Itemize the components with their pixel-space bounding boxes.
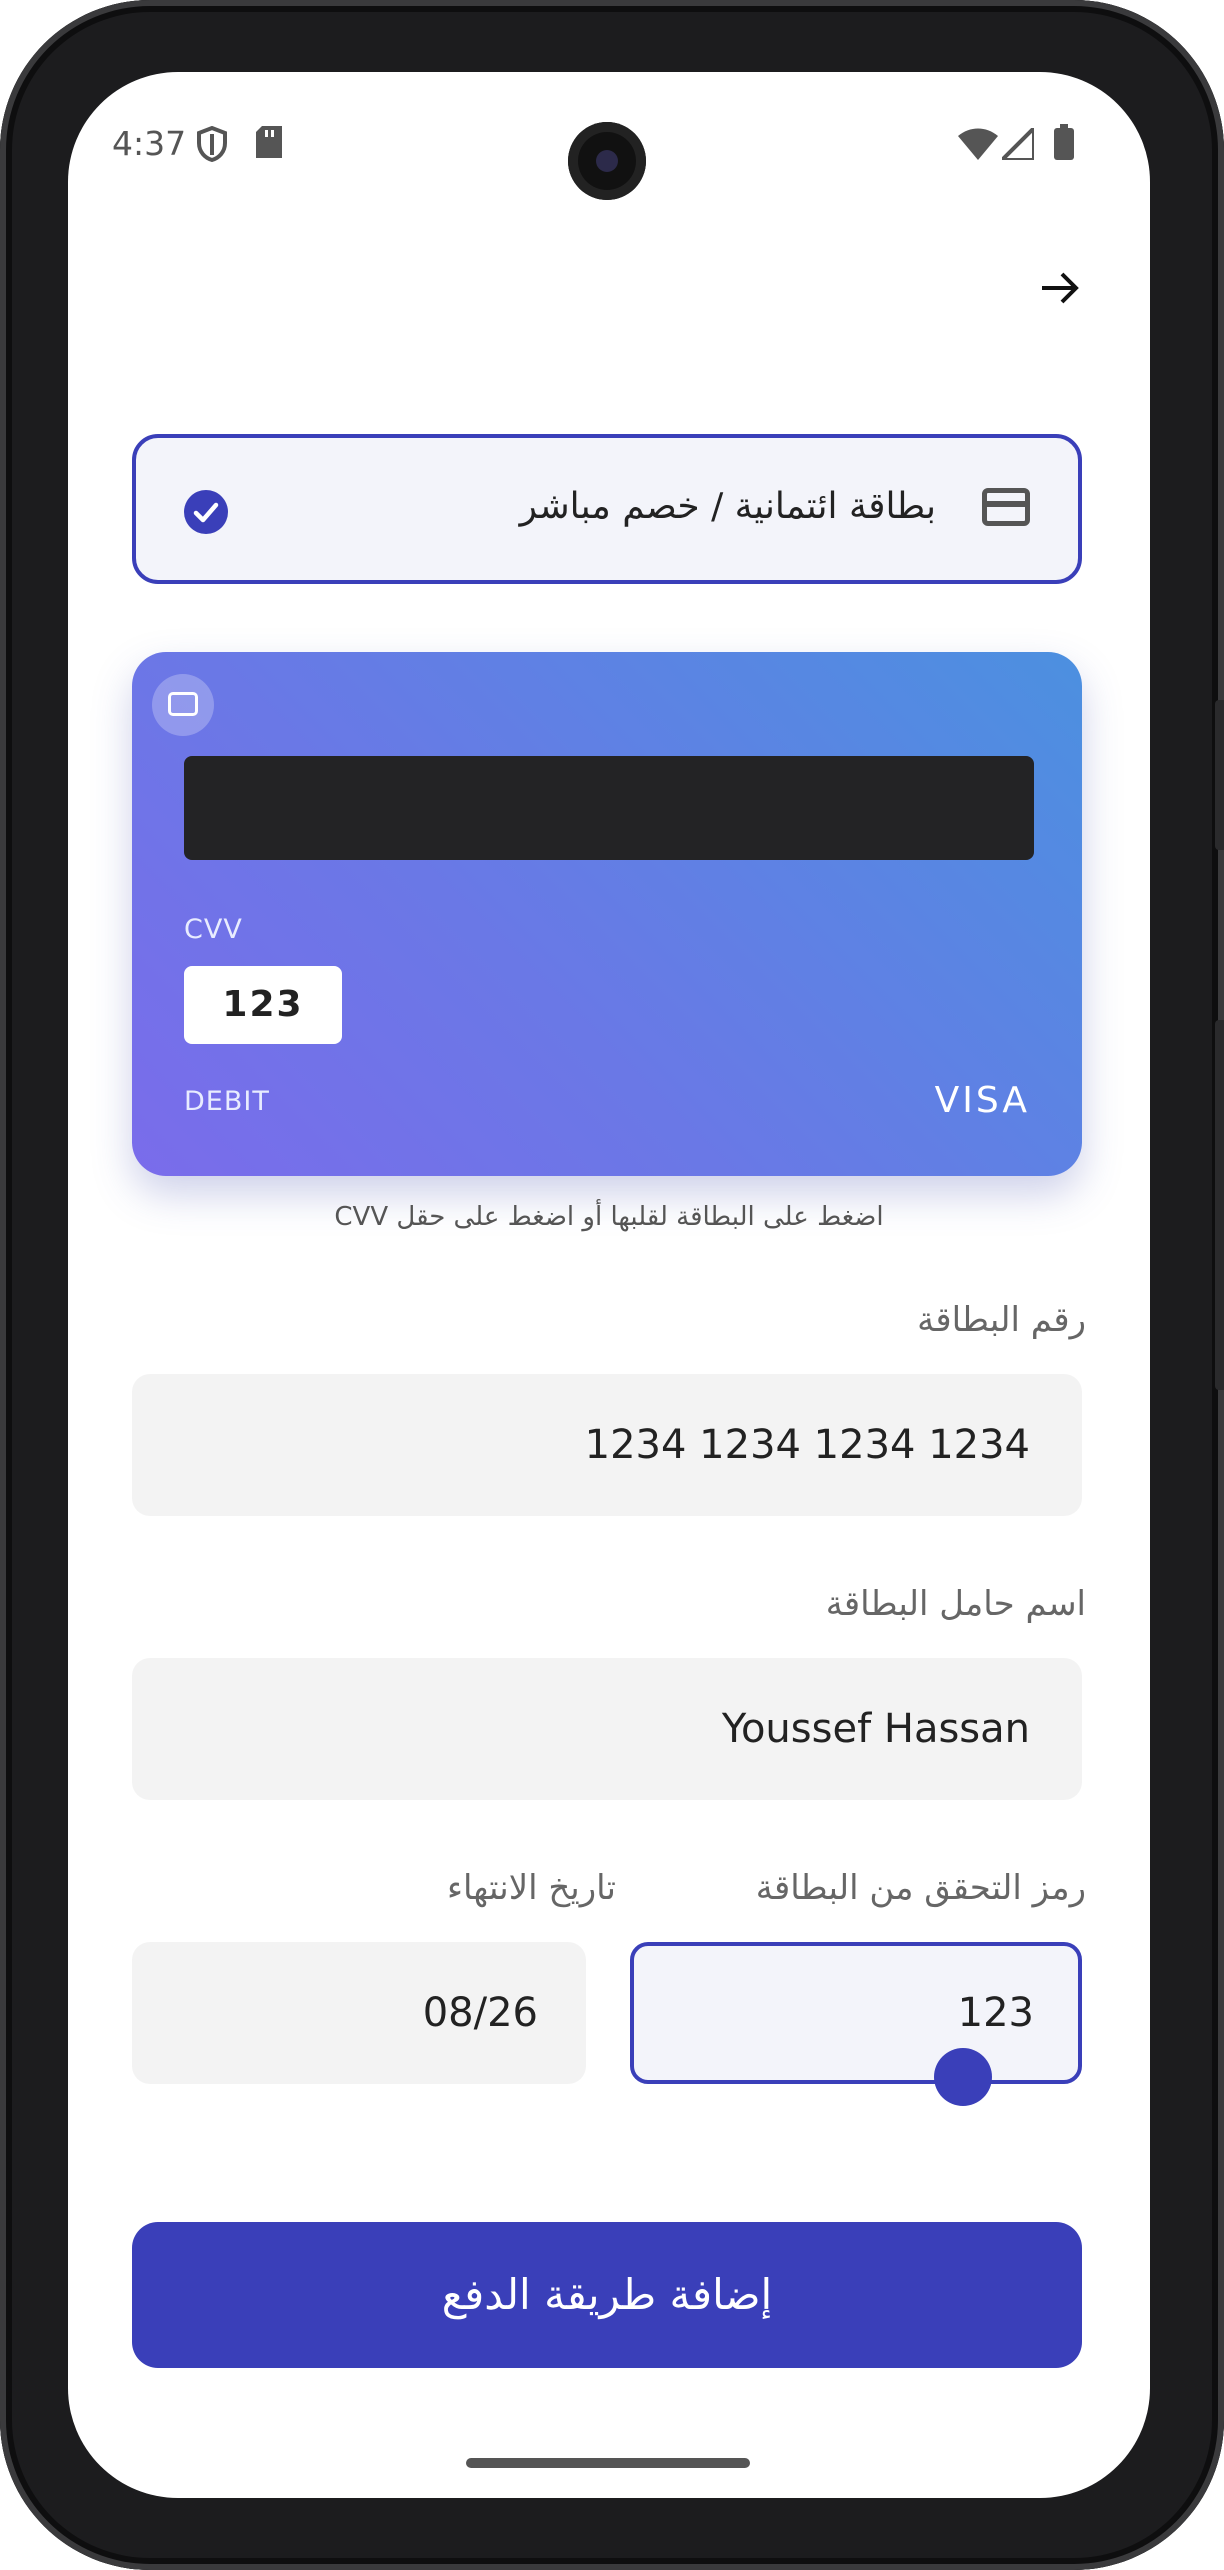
payment-option-card[interactable]: بطاقة ائتمانية / خصم مباشر [132, 434, 1082, 584]
expiry-value: 08/26 [422, 1990, 538, 2036]
cvv-label: رمز التحقق من البطاقة [755, 1868, 1086, 1908]
card-number-field[interactable]: 1234 1234 1234 1234 [132, 1374, 1082, 1516]
volume-button [1215, 700, 1224, 850]
card-preview[interactable]: CVV 123 DEBIT VISA [132, 652, 1082, 1176]
shield-icon [196, 125, 228, 166]
payment-option-label: بطاقة ائتمانية / خصم مباشر [519, 486, 936, 527]
card-type-label: DEBIT [184, 1086, 270, 1117]
card-number-value: 1234 1234 1234 1234 [584, 1422, 1030, 1468]
power-button [1215, 1020, 1224, 1390]
flip-hint: اضغط على البطاقة لقلبها أو اضغط على حقل … [334, 1202, 884, 1232]
card-cvv-value[interactable]: 123 [184, 966, 342, 1044]
magnetic-stripe [184, 756, 1034, 860]
checkmark-icon [184, 490, 228, 534]
text-cursor-handle[interactable] [934, 2048, 992, 2106]
cvv-field[interactable]: 123 [630, 1942, 1082, 2084]
expiry-field[interactable]: 08/26 [132, 1942, 586, 2084]
front-camera [568, 122, 646, 200]
arrow-right-icon[interactable] [1040, 268, 1080, 312]
wifi-icon [958, 128, 998, 164]
card-number-label: رقم البطاقة [917, 1300, 1086, 1340]
add-payment-method-button[interactable]: إضافة طريقة الدفع [132, 2222, 1082, 2368]
screen: 4:37 بطاقة ائتمانية / خصم مباشر CVV 123 … [68, 72, 1150, 2498]
battery-icon [1054, 124, 1074, 164]
card-cvv-label: CVV [184, 914, 243, 945]
credit-card-icon [982, 488, 1030, 526]
expiry-label: تاريخ الانتهاء [446, 1868, 616, 1908]
status-time: 4:37 [112, 124, 187, 163]
home-indicator[interactable] [466, 2458, 750, 2468]
signal-icon [997, 123, 1036, 164]
card-brand: VISA [934, 1080, 1030, 1121]
flip-card-icon[interactable] [152, 674, 214, 736]
holder-name-field[interactable]: Youssef Hassan [132, 1658, 1082, 1800]
holder-name-label: اسم حامل البطاقة [825, 1584, 1086, 1624]
holder-name-value: Youssef Hassan [721, 1706, 1030, 1752]
sd-card-icon [256, 126, 282, 162]
